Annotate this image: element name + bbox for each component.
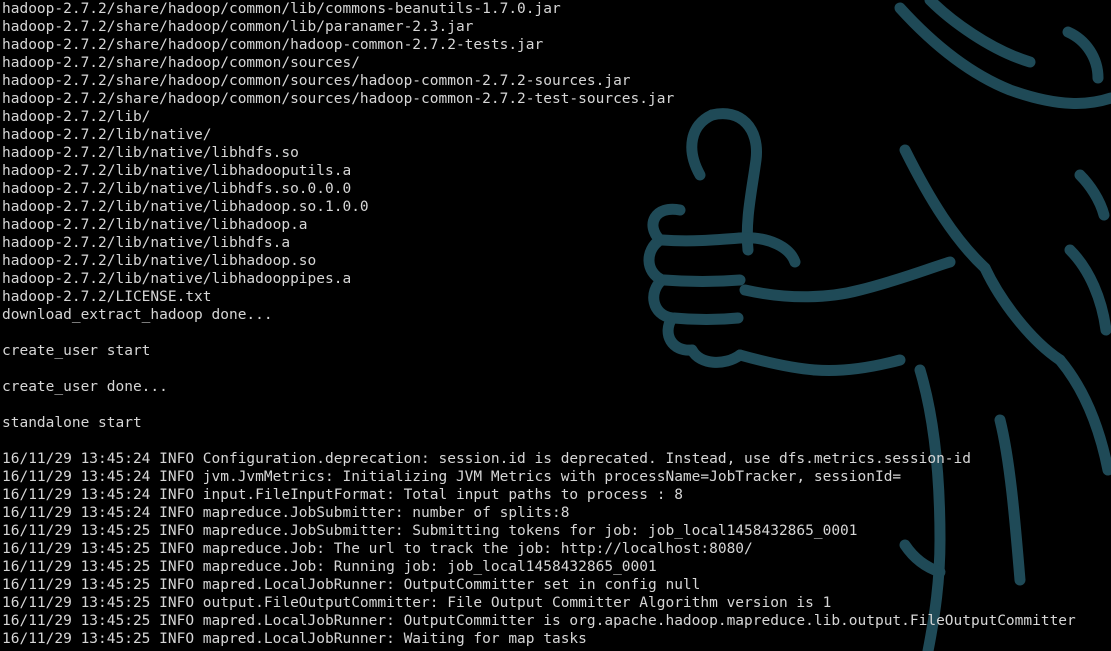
terminal-line: 16/11/29 13:45:24 INFO Configuration.dep… [2,451,972,467]
terminal-line: hadoop-2.7.2/lib/native/libhadooputils.a [2,163,352,179]
blank-line [2,396,1076,414]
terminal-line: 16/11/29 13:45:25 INFO output.FileOutput… [2,595,832,611]
terminal-line: hadoop-2.7.2/lib/native/libhadoop.so [2,253,317,269]
terminal-line: 16/11/29 13:45:25 INFO mapreduce.Job: Th… [2,541,753,557]
terminal-line: 16/11/29 13:45:25 INFO mapred.LocalJobRu… [2,613,1076,629]
terminal-line: hadoop-2.7.2/LICENSE.txt [2,289,212,305]
terminal-line: 16/11/29 13:45:25 INFO mapreduce.JobSubm… [2,523,858,539]
blank-line [2,432,1076,450]
terminal-line: hadoop-2.7.2/lib/native/libhadooppipes.a [2,271,352,287]
terminal-line: 16/11/29 13:45:24 INFO input.FileInputFo… [2,487,683,503]
terminal-line: standalone start [2,415,142,431]
terminal-line: hadoop-2.7.2/lib/native/libhdfs.so [2,145,299,161]
terminal-line: hadoop-2.7.2/share/hadoop/common/sources… [2,73,631,89]
terminal-line: 16/11/29 13:45:25 INFO mapreduce.Job: Ru… [2,559,657,575]
blank-line [2,360,1076,378]
terminal-line: hadoop-2.7.2/share/hadoop/common/hadoop-… [2,37,544,53]
blank-line [2,324,1076,342]
terminal-line: create_user start [2,343,151,359]
terminal-line: hadoop-2.7.2/share/hadoop/common/sources… [2,91,675,107]
terminal-line: hadoop-2.7.2/lib/native/libhdfs.so.0.0.0 [2,181,352,197]
terminal-line: hadoop-2.7.2/lib/native/ [2,127,212,143]
terminal-window[interactable]: hadoop-2.7.2/share/hadoop/common/lib/com… [0,0,1111,651]
terminal-output: hadoop-2.7.2/share/hadoop/common/lib/com… [2,0,1076,648]
terminal-line: 16/11/29 13:45:24 INFO mapreduce.JobSubm… [2,505,570,521]
terminal-line: download_extract_hadoop done... [2,307,273,323]
terminal-line: hadoop-2.7.2/lib/native/libhadoop.a [2,217,308,233]
terminal-line: 16/11/29 13:45:25 INFO mapred.LocalJobRu… [2,577,701,593]
terminal-line: hadoop-2.7.2/lib/native/libhadoop.so.1.0… [2,199,369,215]
terminal-line: create_user done... [2,379,168,395]
terminal-line: 16/11/29 13:45:24 INFO jvm.JvmMetrics: I… [2,469,902,485]
terminal-line: hadoop-2.7.2/share/hadoop/common/sources… [2,55,360,71]
terminal-line: 16/11/29 13:45:25 INFO mapred.LocalJobRu… [2,631,587,647]
terminal-line: hadoop-2.7.2/share/hadoop/common/lib/par… [2,19,474,35]
terminal-line: hadoop-2.7.2/share/hadoop/common/lib/com… [2,1,561,17]
terminal-line: hadoop-2.7.2/lib/ [2,109,151,125]
terminal-line: hadoop-2.7.2/lib/native/libhdfs.a [2,235,291,251]
